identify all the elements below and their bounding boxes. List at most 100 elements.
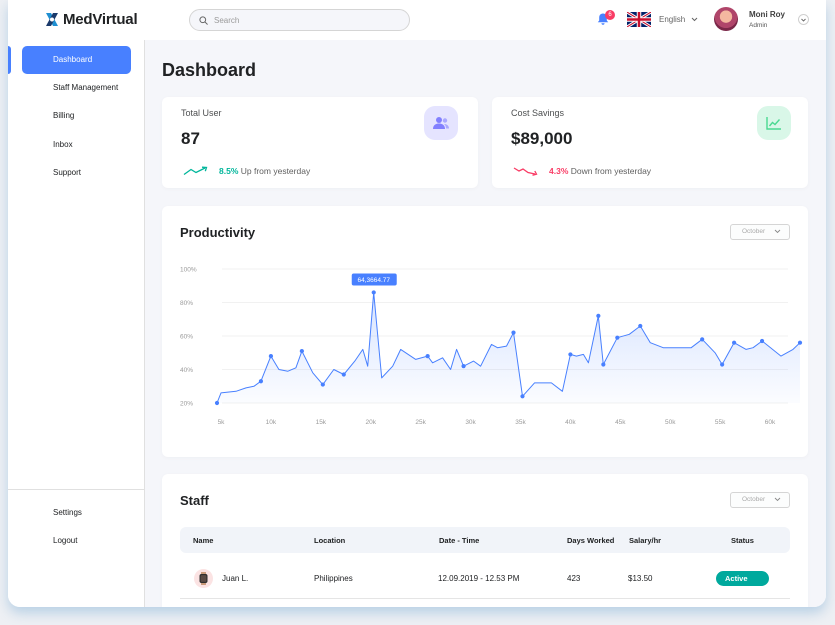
staff-card: Staff October Name Location Date - Time … (162, 474, 808, 607)
column-header-name[interactable]: Name (193, 536, 213, 545)
y-tick-label: 100% (180, 267, 197, 274)
stat-trend: 8.5% Up from yesterday (183, 166, 310, 176)
staff-table-header: Name Location Date - Time Days Worked Sa… (180, 527, 790, 553)
sidebar-item-dashboard[interactable]: Dashboard (22, 46, 131, 74)
x-tick-label: 25k (415, 419, 426, 426)
stat-trend: 4.3% Down from yesterday (513, 166, 651, 176)
data-point (511, 330, 516, 335)
page-title: Dashboard (162, 60, 257, 80)
main-content: Dashboard Total User 87 8.5% Up from yes… (145, 40, 826, 607)
y-tick-label: 60% (180, 334, 193, 341)
logo-icon (46, 12, 58, 26)
uk-flag-icon[interactable] (627, 12, 651, 27)
trend-text: Up from yesterday (240, 166, 311, 176)
user-menu-button[interactable] (798, 14, 809, 25)
stat-value: $89,000 (511, 129, 573, 148)
app-name: MedVirtual (63, 11, 138, 28)
table-row[interactable]: Juan L. Philippines 12.09.2019 - 12.53 P… (180, 561, 790, 599)
chevron-down-icon (774, 497, 781, 502)
chevron-down-icon (801, 18, 806, 22)
data-point (320, 382, 325, 387)
data-point (461, 364, 466, 369)
trend-value: 8.5% (219, 166, 239, 176)
notification-badge: 6 (605, 10, 615, 20)
stat-value: 87 (181, 129, 200, 148)
sidebar-divider (8, 489, 144, 490)
column-header-datetime[interactable]: Date - Time (439, 536, 479, 545)
logo[interactable]: MedVirtual (44, 11, 138, 28)
data-point (341, 372, 346, 377)
data-point (596, 313, 601, 318)
search-bar[interactable] (189, 9, 410, 31)
data-point (425, 354, 430, 359)
column-header-salary[interactable]: Salary/hr (629, 536, 661, 545)
cell-location: Philippines (314, 574, 353, 583)
data-point (268, 354, 274, 359)
stat-card-cost-savings: Cost Savings $89,000 4.3% Down from yest… (492, 97, 808, 188)
sidebar-item-support[interactable]: Support (22, 159, 131, 187)
user-role: Admin (749, 22, 768, 29)
y-tick-label: 40% (180, 367, 193, 374)
x-tick-label: 60k (765, 419, 776, 426)
data-point (568, 352, 573, 357)
language-selector[interactable]: English (659, 15, 698, 24)
productivity-chart: 20% 40% 60% 80% 100% 5k 10k 15k 20k 25k 30k 35k 40k 4… (180, 267, 803, 426)
x-tick-label: 55k (715, 419, 726, 426)
sidebar-item-staff-management[interactable]: Staff Management (22, 74, 131, 102)
y-tick-label: 80% (180, 300, 193, 307)
cell-days: 423 (567, 574, 581, 583)
language-label: English (659, 15, 686, 24)
tooltip-label: 64,3664.77 (357, 277, 390, 284)
stat-label: Cost Savings (511, 108, 565, 118)
data-point (638, 323, 643, 329)
sidebar-item-logout[interactable]: Logout (22, 527, 131, 555)
x-tick-label: 30k (465, 419, 476, 426)
x-tick-label: 40k (565, 419, 576, 426)
staff-title: Staff (180, 493, 209, 508)
trend-value: 4.3% (549, 166, 569, 176)
trend-text: Down from yesterday (570, 166, 652, 176)
active-indicator (8, 46, 11, 74)
trending-down-icon (513, 167, 538, 176)
data-point (371, 290, 376, 295)
x-tick-label: 15k (316, 419, 327, 426)
data-point (214, 400, 220, 406)
column-header-location[interactable]: Location (314, 536, 345, 545)
staff-month-select[interactable]: October (730, 492, 790, 508)
select-value: October (742, 496, 766, 503)
data-point (759, 338, 765, 344)
data-point (520, 394, 525, 399)
x-tick-label: 20k (365, 419, 376, 426)
data-point (615, 335, 620, 340)
cell-salary: $13.50 (628, 574, 653, 583)
data-point (700, 337, 705, 342)
sidebar: Dashboard Staff Management Billing Inbox… (8, 40, 145, 607)
data-point (732, 340, 737, 345)
search-icon (199, 15, 208, 25)
sidebar-item-settings[interactable]: Settings (22, 499, 131, 527)
data-point (258, 379, 264, 384)
status-badge[interactable]: Active (716, 571, 769, 586)
chevron-down-icon (691, 17, 698, 22)
user-avatar[interactable] (714, 7, 738, 31)
user-name: Moni Roy (749, 10, 785, 19)
series-area (217, 292, 800, 403)
sidebar-item-billing[interactable]: Billing (22, 102, 131, 130)
data-point (601, 362, 606, 367)
x-tick-label: 45k (615, 419, 626, 426)
trending-up-icon (183, 166, 208, 176)
x-tick-label: 50k (665, 419, 676, 426)
x-tick-label: 5k (218, 419, 226, 426)
column-header-days-worked[interactable]: Days Worked (567, 536, 614, 545)
stat-label: Total User (181, 108, 222, 118)
data-point (720, 362, 725, 367)
users-icon (424, 106, 458, 140)
search-input[interactable] (214, 15, 394, 25)
column-header-status[interactable]: Status (731, 536, 754, 545)
y-tick-label: 20% (180, 401, 193, 408)
x-tick-label: 10k (266, 419, 277, 426)
cell-name: Juan L. (222, 574, 249, 583)
data-point (299, 348, 304, 354)
sidebar-item-inbox[interactable]: Inbox (22, 131, 131, 159)
productivity-card: Productivity October 20% 40% 60% 80% 100% 5k 1… (162, 206, 808, 457)
